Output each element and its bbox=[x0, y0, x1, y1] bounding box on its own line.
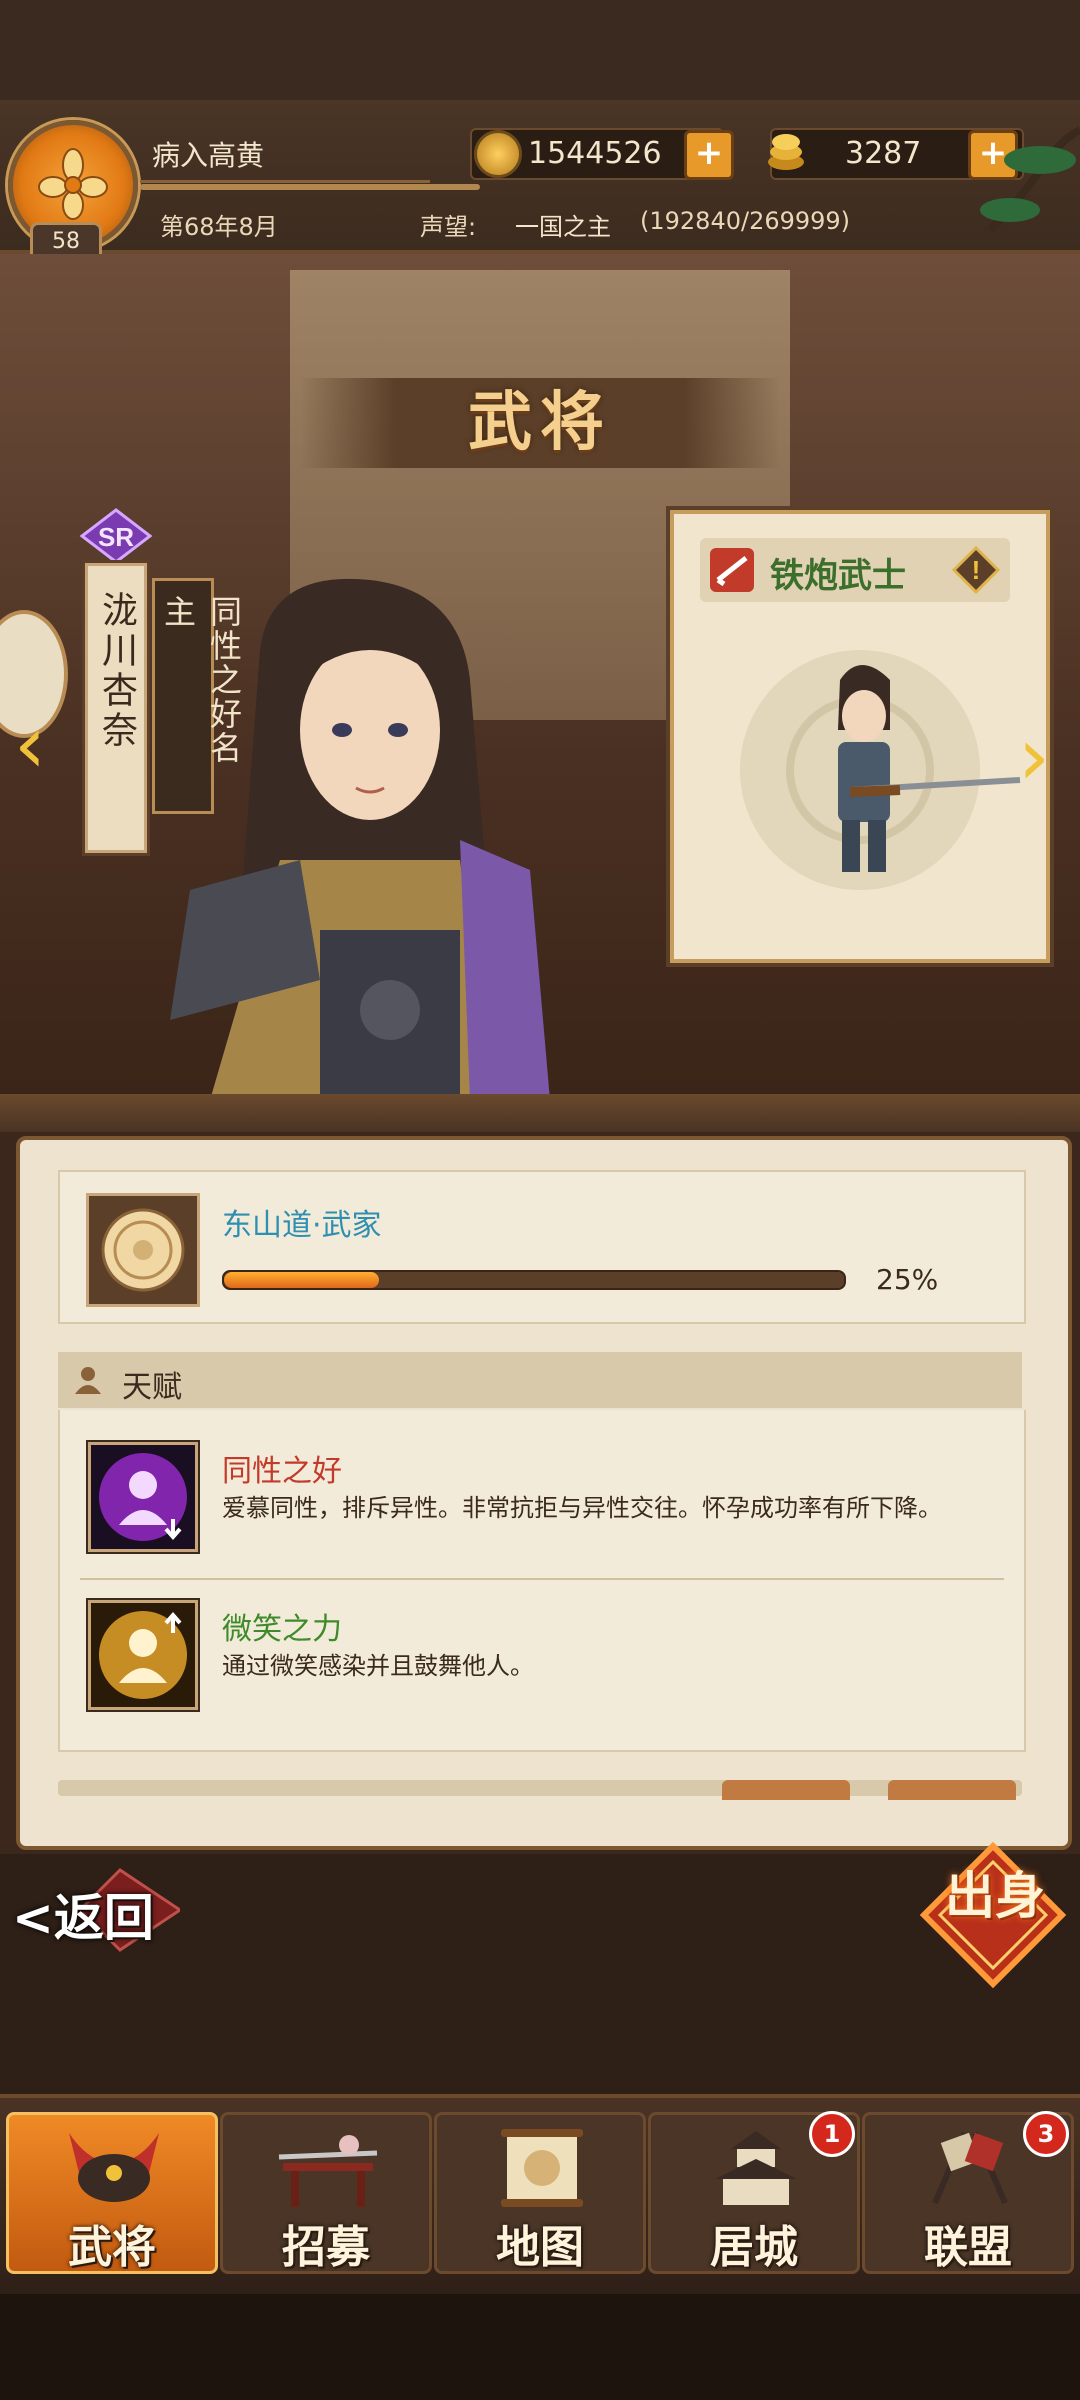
deploy-label[interactable]: 出身 bbox=[940, 1871, 1050, 1921]
nav-tab-map[interactable]: 地图 bbox=[434, 2112, 646, 2274]
talent-item[interactable]: 同性之好 爱慕同性，排斥异性。非常抗拒与异性交往。怀孕成功率有所下降。 bbox=[60, 1442, 1024, 1592]
experience-bar bbox=[140, 184, 480, 190]
talent-divider bbox=[80, 1578, 1004, 1580]
clan-progress-fill bbox=[224, 1272, 379, 1288]
talent-header-label: 天赋 bbox=[122, 1370, 182, 1405]
fame-label: 声望: bbox=[420, 213, 477, 241]
talent-description: 爱慕同性，排斥异性。非常抗拒与异性交往。怀孕成功率有所下降。 bbox=[222, 1494, 942, 1522]
clan-section bbox=[58, 1170, 1026, 1324]
talent-description: 通过微笑感染并且鼓舞他人。 bbox=[222, 1652, 534, 1680]
game-date: 第68年8月 bbox=[160, 213, 278, 241]
talent-name: 微笑之力 bbox=[222, 1612, 342, 1647]
chrysanthemum-crest-icon bbox=[86, 1193, 200, 1307]
fame-rank: 一国之主 bbox=[515, 213, 611, 241]
katana-rack-icon bbox=[278, 2135, 378, 2207]
coin-icon bbox=[474, 130, 522, 178]
back-label[interactable]: <返回 bbox=[12, 1878, 154, 1950]
next-hero-arrow-icon[interactable]: › bbox=[1018, 710, 1050, 803]
page-title: 武将 bbox=[468, 386, 612, 460]
panel-tab-strip bbox=[58, 1780, 1022, 1796]
family-crest-icon bbox=[38, 148, 108, 220]
talent-header bbox=[58, 1352, 1022, 1408]
add-coins-button[interactable]: + bbox=[684, 130, 734, 180]
previous-hero-arrow-icon[interactable]: ‹ bbox=[14, 700, 54, 790]
info-panel-border bbox=[0, 1094, 1080, 1132]
fame-progress: (192840/269999) bbox=[640, 207, 851, 235]
talent-same-sex-icon bbox=[88, 1442, 198, 1552]
nav-tab-label: 武将 bbox=[68, 2222, 156, 2273]
clan-progress-bar bbox=[222, 1270, 846, 1290]
castle-icon bbox=[715, 2131, 797, 2205]
rifleman-figure bbox=[740, 650, 1021, 890]
clan-name: 东山道·武家 bbox=[222, 1208, 382, 1243]
hero-portrait bbox=[170, 578, 550, 1100]
alliance-flags-icon bbox=[932, 2131, 1008, 2205]
pine-decoration-icon bbox=[980, 126, 1080, 233]
gold-bar-icon bbox=[768, 134, 804, 170]
unit-type-name: 铁炮武士 bbox=[770, 556, 906, 596]
nav-tab-label: 联盟 bbox=[924, 2222, 1012, 2273]
nav-tab-label: 地图 bbox=[496, 2222, 584, 2273]
talent-smile-icon bbox=[88, 1600, 198, 1710]
talent-item[interactable]: 微笑之力 通过微笑感染并且鼓舞他人。 bbox=[60, 1600, 1024, 1720]
scroll-map-icon bbox=[501, 2129, 583, 2207]
nav-tab-generals[interactable]: 武将 bbox=[6, 2112, 218, 2274]
gold-count: 3287 bbox=[845, 136, 922, 171]
nav-tab-label: 居城 bbox=[710, 2222, 798, 2273]
nav-tab-alliance[interactable]: 联盟 3 bbox=[862, 2111, 1074, 2274]
nav-tab-castle[interactable]: 居城 1 bbox=[648, 2111, 860, 2274]
clan-progress-percent: 25% bbox=[876, 1263, 939, 1296]
rarity-badge: SR bbox=[79, 508, 153, 564]
rifle-icon bbox=[710, 548, 754, 592]
nav-tab-label: 招募 bbox=[282, 2222, 370, 2273]
talent-person-icon bbox=[75, 1367, 101, 1394]
system-navigation-area bbox=[0, 2294, 1080, 2400]
talent-name: 同性之好 bbox=[222, 1454, 342, 1489]
notification-badge: 3 bbox=[1023, 2111, 1069, 2157]
warning-symbol: ! bbox=[972, 555, 981, 585]
talent-list: 同性之好 爱慕同性，排斥异性。非常抗拒与异性交往。怀孕成功率有所下降。 微笑之力… bbox=[58, 1410, 1026, 1752]
coin-count: 1544526 bbox=[528, 136, 662, 171]
rarity-label: SR bbox=[98, 522, 134, 552]
panel-tab-2[interactable] bbox=[888, 1780, 1016, 1800]
warning-icon[interactable]: ! bbox=[952, 546, 1000, 594]
samurai-helmet-icon bbox=[69, 2133, 159, 2202]
player-name: 病入高黄 bbox=[152, 139, 265, 172]
panel-tab-1[interactable] bbox=[722, 1780, 850, 1800]
nav-tab-recruit[interactable]: 招募 bbox=[220, 2112, 432, 2274]
notification-badge: 1 bbox=[809, 2111, 855, 2157]
system-status-bar bbox=[0, 0, 1080, 100]
